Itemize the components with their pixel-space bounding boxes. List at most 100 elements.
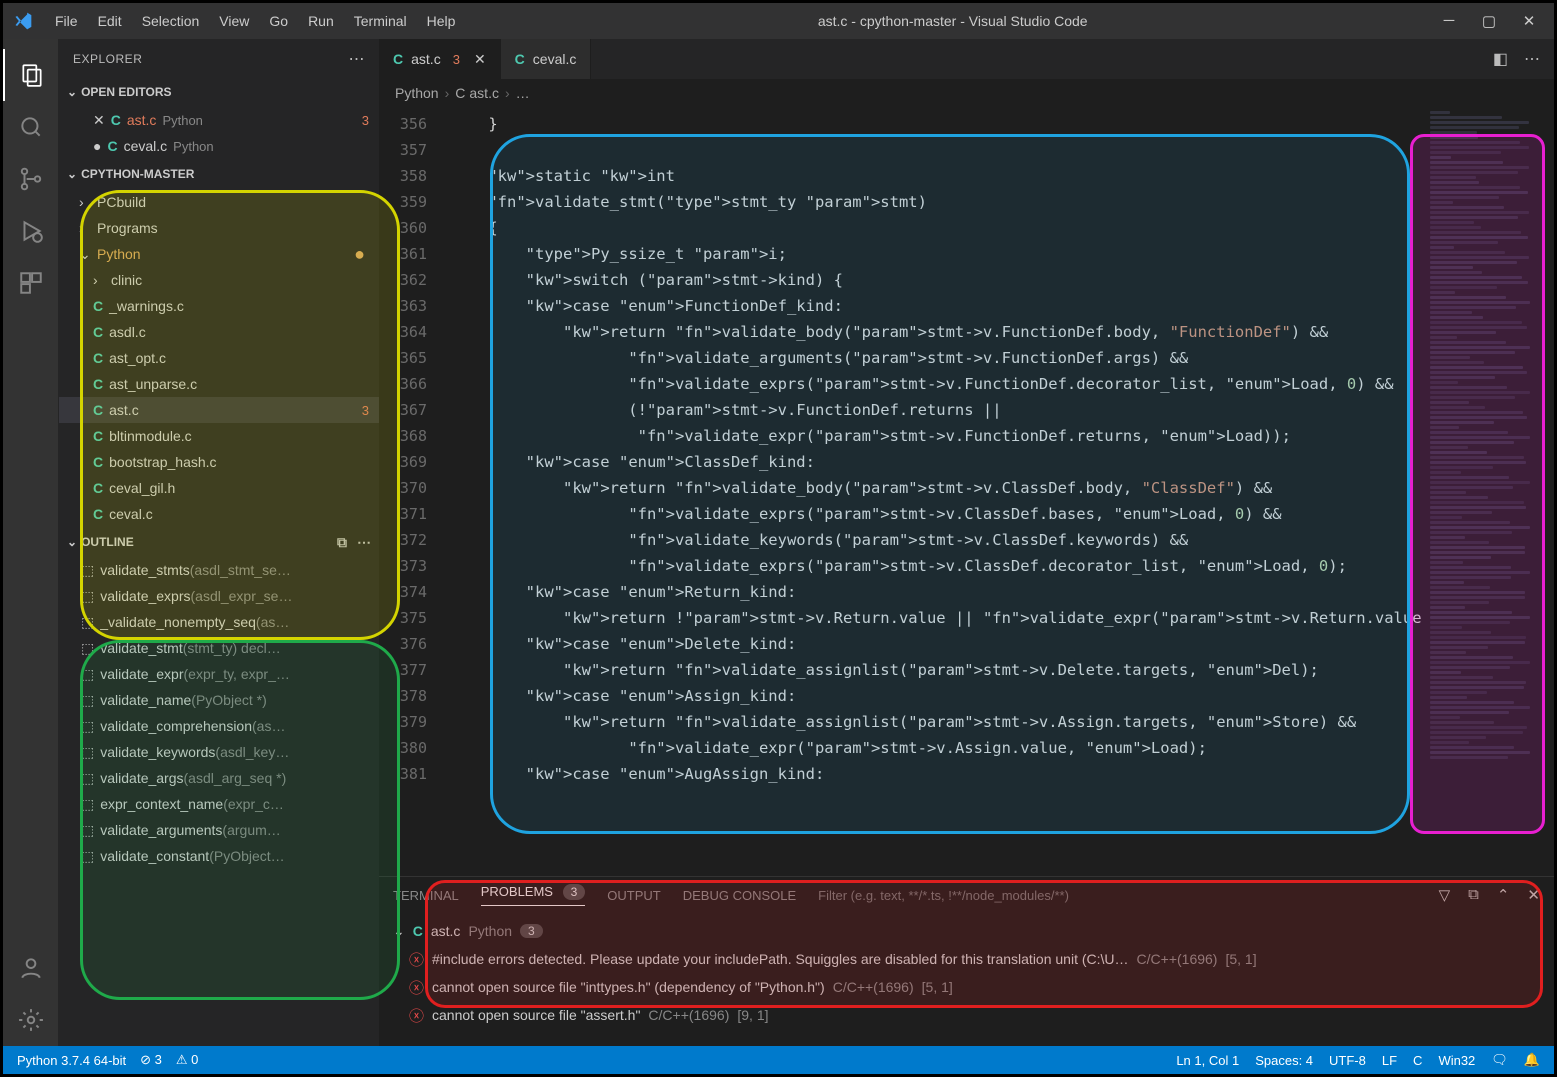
sidebar-more-icon[interactable]: ⋯ xyxy=(349,49,366,69)
tree-folder[interactable]: ›PCbuild xyxy=(59,189,379,215)
tree-file[interactable]: Cceval.c xyxy=(59,501,379,527)
tab-debug-console[interactable]: DEBUG CONSOLE xyxy=(683,888,796,903)
outline-item[interactable]: ⬚validate_expr(expr_ty, expr_… xyxy=(59,661,379,687)
outline-item[interactable]: ⬚validate_keywords(asdl_key… xyxy=(59,739,379,765)
search-icon[interactable] xyxy=(3,101,59,153)
editor-tab[interactable]: Cceval.c xyxy=(501,39,592,79)
open-editor-row[interactable]: ●Cceval.cPython xyxy=(59,133,379,159)
code-content[interactable]: } "kw">static "kw">int "fn">validate_stm… xyxy=(441,107,1424,876)
explorer-icon[interactable] xyxy=(3,49,59,101)
tree-file[interactable]: Cbltinmodule.c xyxy=(59,423,379,449)
status-encoding[interactable]: UTF-8 xyxy=(1329,1053,1366,1068)
editor-more-icon[interactable]: ⋯ xyxy=(1524,49,1540,69)
problems-file-row[interactable]: ⌄Cast.cPython3 xyxy=(393,917,1540,945)
editor-tab[interactable]: Cast.c3✕ xyxy=(379,39,501,79)
tab-terminal[interactable]: TERMINAL xyxy=(393,888,459,903)
open-editor-row[interactable]: ✕Cast.cPython3 xyxy=(59,107,379,133)
status-errors[interactable]: ⊘ 3 xyxy=(140,1052,162,1068)
menu-selection[interactable]: Selection xyxy=(132,13,210,29)
outline-item[interactable]: ⬚_validate_nonempty_seq(as… xyxy=(59,609,379,635)
breadcrumb-item[interactable]: Cast.c xyxy=(455,85,499,101)
chevron-right-icon: › xyxy=(79,194,93,210)
menu-run[interactable]: Run xyxy=(298,13,344,29)
status-python[interactable]: Python 3.7.4 64-bit xyxy=(17,1053,126,1068)
close-icon[interactable]: ✕ xyxy=(1520,12,1538,30)
menu-file[interactable]: File xyxy=(45,13,88,29)
filter-icon[interactable]: ▽ xyxy=(1439,886,1451,904)
minimize-icon[interactable]: ─ xyxy=(1440,12,1458,30)
tab-output[interactable]: OUTPUT xyxy=(607,888,660,903)
symbol-signature: (asdl_stmt_se… xyxy=(190,562,291,578)
extensions-icon[interactable] xyxy=(3,257,59,309)
status-lncol[interactable]: Ln 1, Col 1 xyxy=(1176,1053,1239,1068)
tree-file[interactable]: Cast_unparse.c xyxy=(59,371,379,397)
tree-file[interactable]: Cceval_gil.h xyxy=(59,475,379,501)
close-editor-icon[interactable]: ✕ xyxy=(93,112,105,129)
outline-item[interactable]: ⬚validate_stmts(asdl_stmt_se… xyxy=(59,557,379,583)
symbol-name: validate_comprehension xyxy=(100,718,252,734)
project-header[interactable]: ⌄ CPYTHON-MASTER xyxy=(59,161,379,187)
status-spaces[interactable]: Spaces: 4 xyxy=(1255,1053,1313,1068)
symbol-signature: (as… xyxy=(252,718,285,734)
breadcrumbs[interactable]: Python›Cast.c›… xyxy=(379,79,1554,107)
outline-item[interactable]: ⬚validate_stmt(stmt_ty) decl… xyxy=(59,635,379,661)
menu-bar: FileEditSelectionViewGoRunTerminalHelp xyxy=(45,13,465,29)
c-file-icon: C xyxy=(93,298,103,314)
tree-file[interactable]: Casdl.c xyxy=(59,319,379,345)
tree-file[interactable]: C _warnings.c xyxy=(59,293,379,319)
tree-folder[interactable]: ⌄Python● xyxy=(59,241,379,267)
outline-more-icon[interactable]: ⋯ xyxy=(357,534,371,551)
menu-terminal[interactable]: Terminal xyxy=(344,13,417,29)
outline-item[interactable]: ⬚validate_args(asdl_arg_seq *) xyxy=(59,765,379,791)
tree-file[interactable]: Cast.c3 xyxy=(59,397,379,423)
outline-item[interactable]: ⬚validate_arguments(argum… xyxy=(59,817,379,843)
status-warnings[interactable]: ⚠ 0 xyxy=(176,1052,199,1068)
file-name: ast.c xyxy=(431,923,461,939)
problem-item[interactable]: ⓧcannot open source file "inttypes.h" (d… xyxy=(393,973,1540,1001)
bell-icon[interactable]: 🔔 xyxy=(1524,1052,1540,1068)
outline-header[interactable]: ⌄ OUTLINE ⧉ ⋯ xyxy=(59,529,379,555)
problem-item[interactable]: ⓧ#include errors detected. Please update… xyxy=(393,945,1540,973)
maximize-icon[interactable]: ▢ xyxy=(1480,12,1498,30)
open-editors-header[interactable]: ⌄ OPEN EDITORS xyxy=(59,79,379,105)
minimap[interactable] xyxy=(1424,107,1554,876)
status-eol[interactable]: LF xyxy=(1382,1053,1397,1068)
split-editor-icon[interactable]: ◧ xyxy=(1493,49,1508,69)
collapse-all-icon[interactable]: ⧉ xyxy=(337,534,347,551)
status-lang[interactable]: C xyxy=(1413,1053,1422,1068)
feedback-icon[interactable]: 🗨 xyxy=(1491,1052,1508,1068)
run-debug-icon[interactable] xyxy=(3,205,59,257)
problems-filter-input[interactable] xyxy=(818,888,1198,903)
outline-item[interactable]: ⬚validate_exprs(asdl_expr_se… xyxy=(59,583,379,609)
file-name: _warnings.c xyxy=(109,298,184,314)
symbol-name: validate_arguments xyxy=(100,822,222,838)
chevron-up-icon[interactable]: ⌃ xyxy=(1497,886,1510,904)
status-os[interactable]: Win32 xyxy=(1438,1053,1475,1068)
outline-item[interactable]: ⬚validate_comprehension(as… xyxy=(59,713,379,739)
panel-close-icon[interactable]: ✕ xyxy=(1527,886,1540,904)
file-name: ceval.c xyxy=(109,506,153,522)
tree-folder[interactable]: ›Programs xyxy=(59,215,379,241)
collapse-icon[interactable]: ⧉ xyxy=(1468,886,1479,904)
tab-close-icon[interactable]: ✕ xyxy=(474,51,486,68)
file-folder: Python xyxy=(162,113,202,128)
source-control-icon[interactable] xyxy=(3,153,59,205)
file-name: ast.c xyxy=(109,402,139,418)
outline-item[interactable]: ⬚validate_name(PyObject *) xyxy=(59,687,379,713)
problem-item[interactable]: ⓧcannot open source file "assert.h"C/C++… xyxy=(393,1001,1540,1029)
menu-help[interactable]: Help xyxy=(417,13,466,29)
menu-edit[interactable]: Edit xyxy=(88,13,132,29)
accounts-icon[interactable] xyxy=(3,942,59,994)
settings-gear-icon[interactable] xyxy=(3,994,59,1046)
problem-message: cannot open source file "inttypes.h" (de… xyxy=(432,979,825,995)
outline-item[interactable]: ⬚validate_constant(PyObject… xyxy=(59,843,379,869)
outline-item[interactable]: ⬚expr_context_name(expr_c… xyxy=(59,791,379,817)
menu-go[interactable]: Go xyxy=(259,13,298,29)
tree-file[interactable]: Cast_opt.c xyxy=(59,345,379,371)
breadcrumb-item[interactable]: … xyxy=(516,85,530,101)
breadcrumb-item[interactable]: Python xyxy=(395,85,439,101)
tree-folder[interactable]: ›clinic xyxy=(59,267,379,293)
tab-problems[interactable]: PROBLEMS 3 xyxy=(481,884,586,906)
menu-view[interactable]: View xyxy=(209,13,259,29)
tree-file[interactable]: Cbootstrap_hash.c xyxy=(59,449,379,475)
